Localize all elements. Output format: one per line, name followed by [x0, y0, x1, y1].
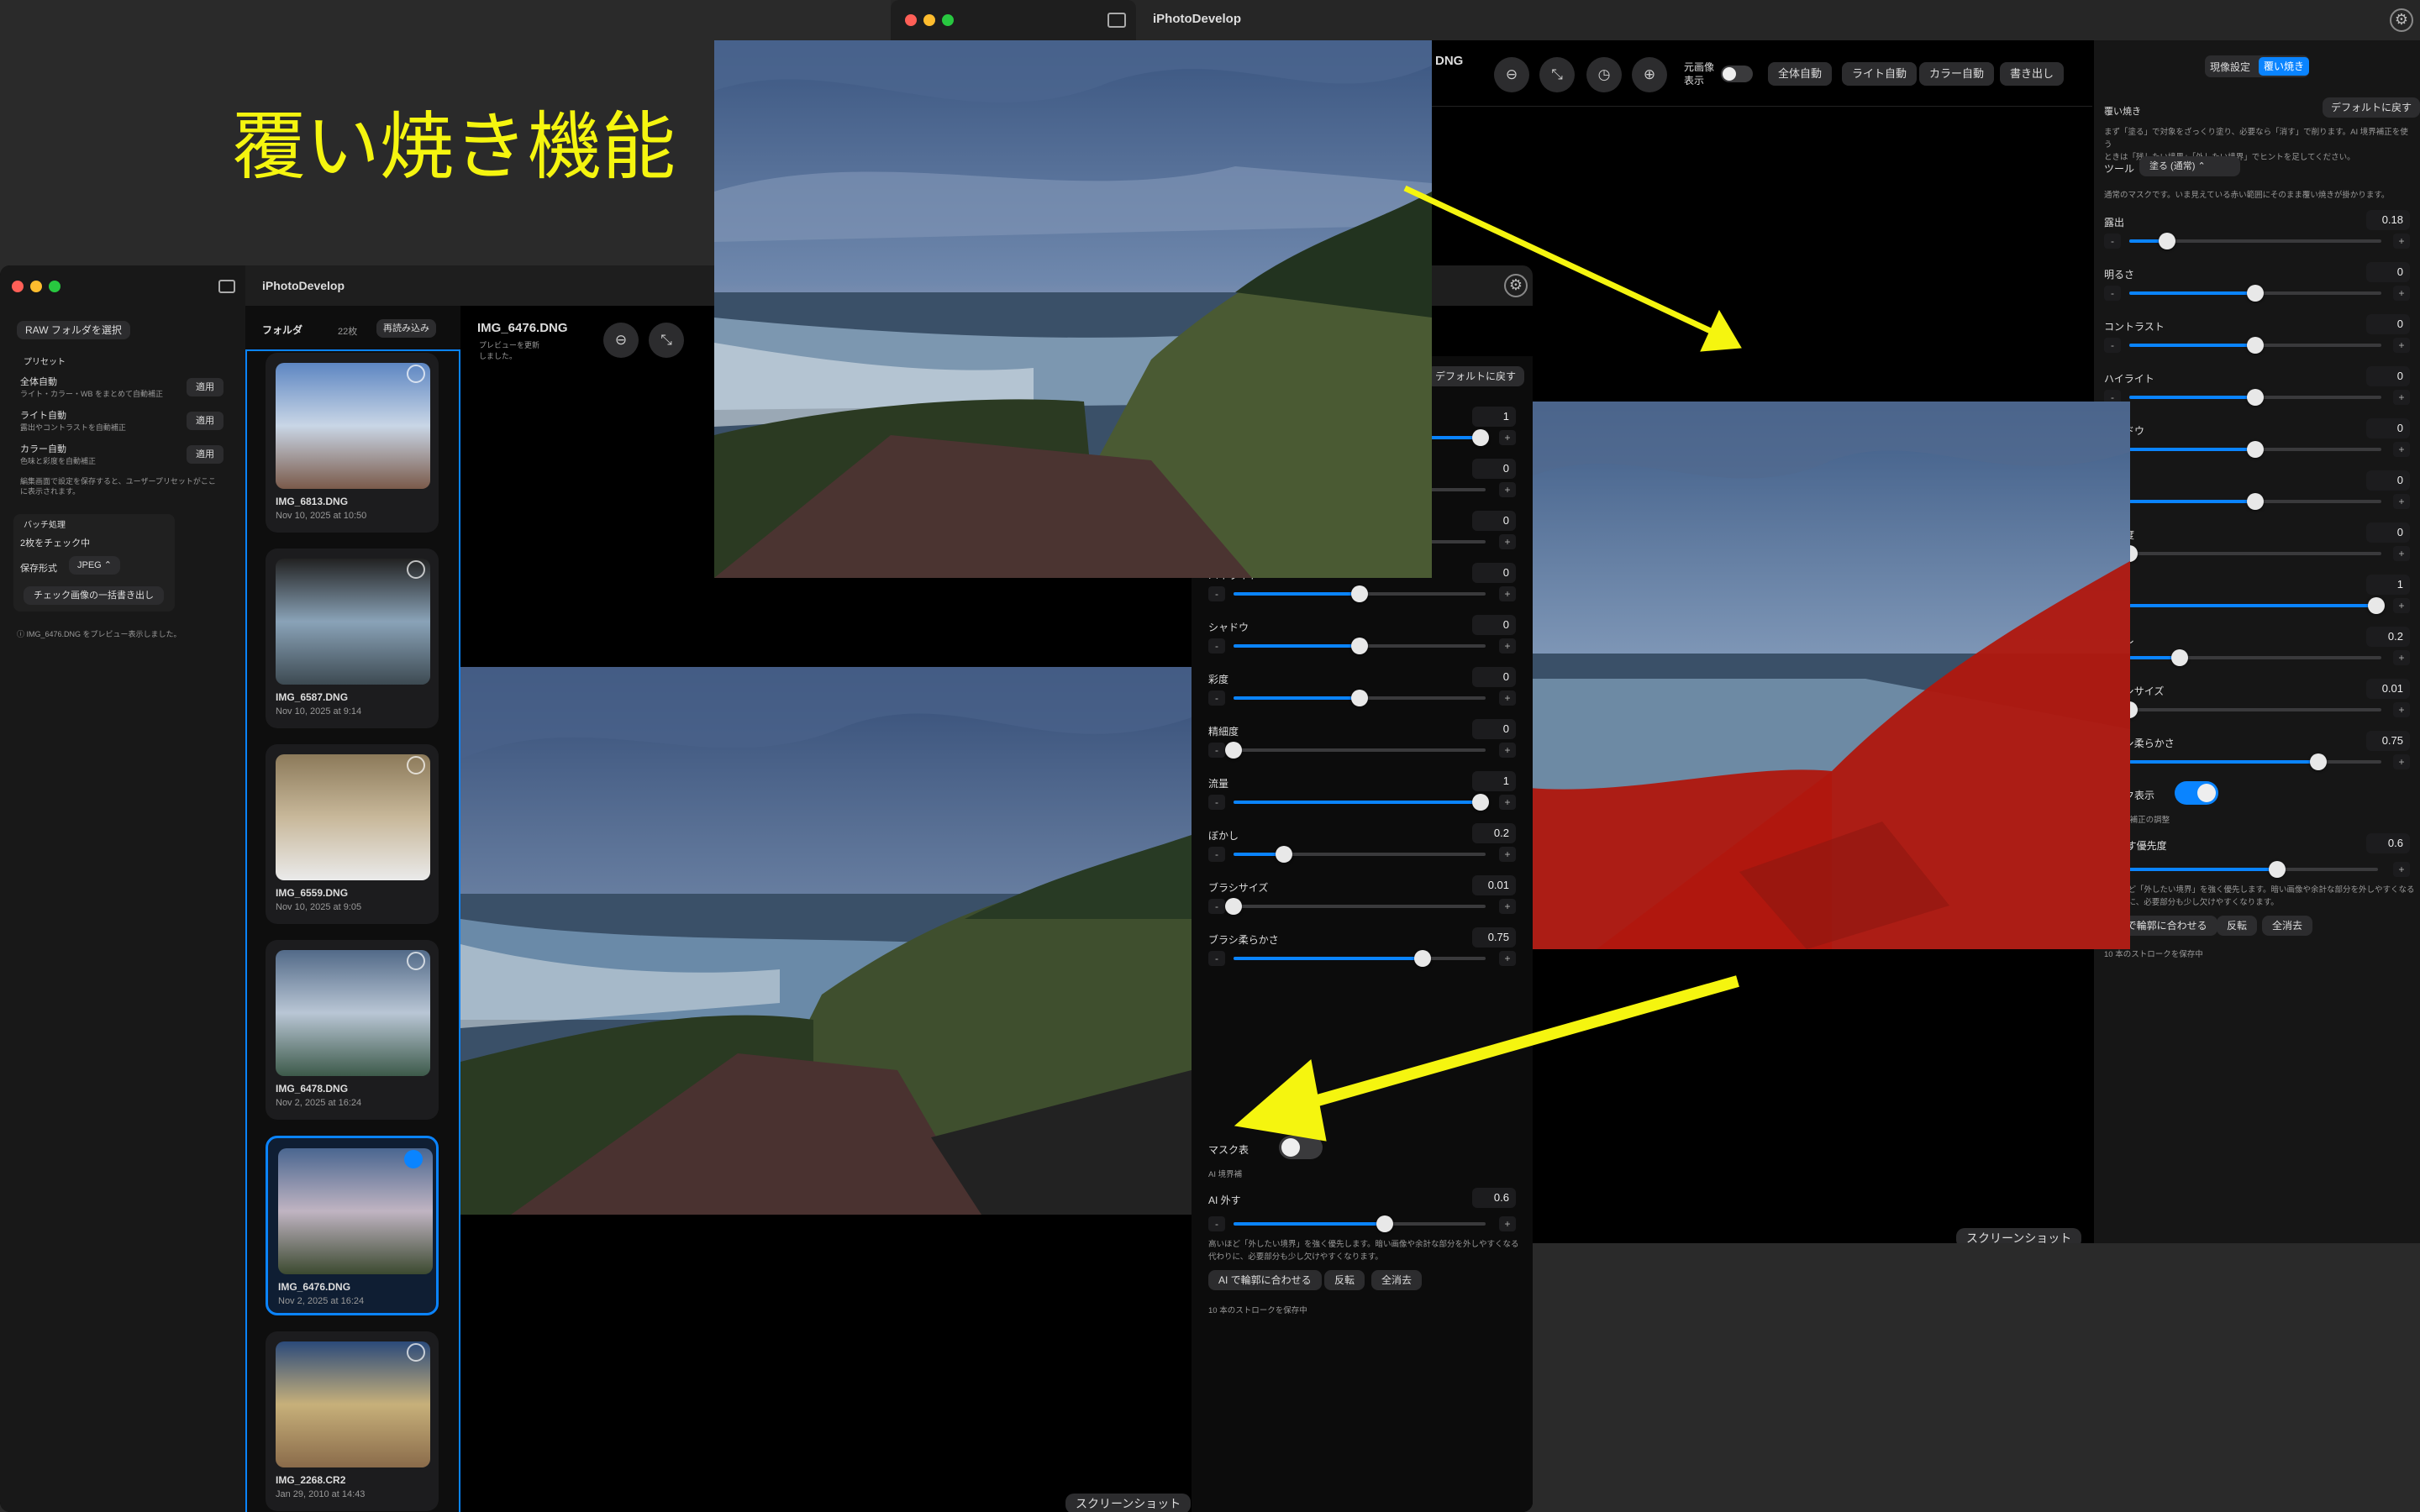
annotation-arrows [1234, 185, 1742, 1142]
